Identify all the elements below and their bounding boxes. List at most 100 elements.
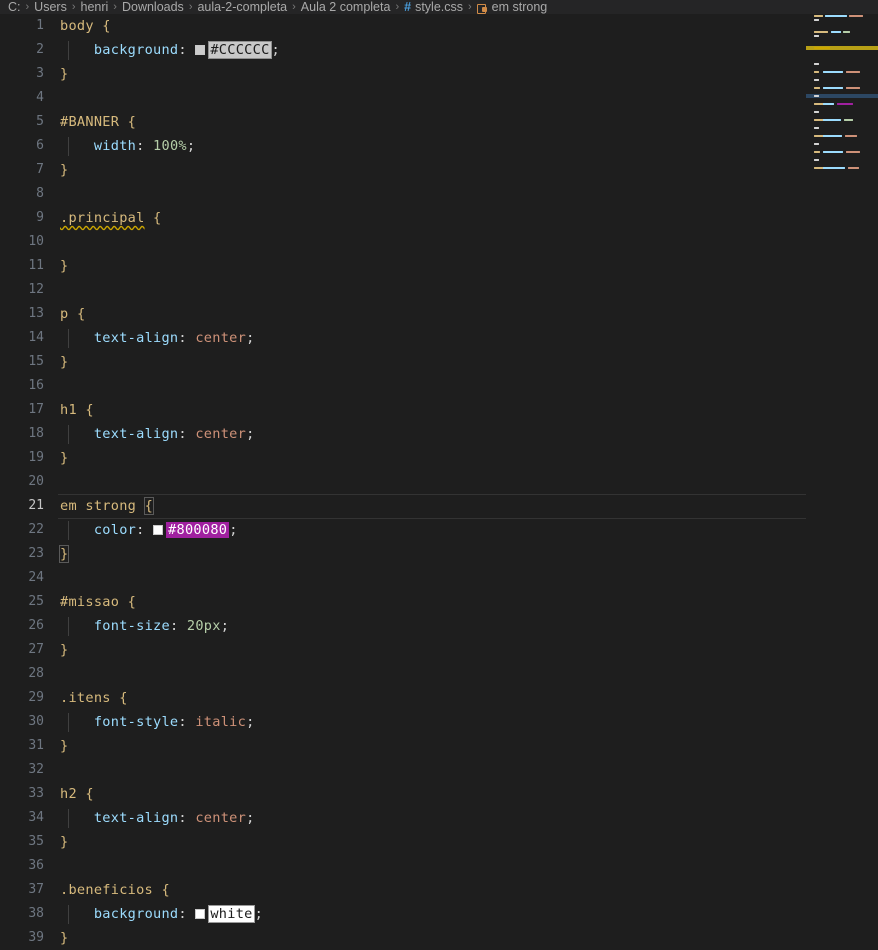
editor-line[interactable]: 38 background: white;: [0, 902, 878, 926]
breadcrumb-file[interactable]: style.css: [415, 1, 463, 14]
editor-line[interactable]: 15}: [0, 350, 878, 374]
editor-line[interactable]: 39}: [0, 926, 878, 950]
editor-line[interactable]: 1 body {: [0, 14, 878, 38]
editor-line[interactable]: 19}: [0, 446, 878, 470]
line-content: }: [60, 254, 68, 278]
line-content: h2 {: [60, 782, 94, 806]
editor-line[interactable]: 22 color: #800080;: [0, 518, 878, 542]
editor-line[interactable]: 35}: [0, 830, 878, 854]
line-content: text-align: center;: [60, 422, 255, 446]
line-content: .beneficios {: [60, 878, 170, 902]
editor-line[interactable]: 30 font-style: italic;: [0, 710, 878, 734]
editor-line[interactable]: 32: [0, 758, 878, 782]
editor-line[interactable]: 18 text-align: center;: [0, 422, 878, 446]
line-number: 33: [28, 786, 44, 801]
breadcrumb-segment[interactable]: aula-2-completa: [197, 1, 287, 14]
editor-line[interactable]: 2 background: #CCCCCC;: [0, 38, 878, 62]
editor-line[interactable]: 16: [0, 374, 878, 398]
line-number: 2: [36, 42, 44, 57]
code-token: italic: [195, 714, 247, 730]
line-number: 35: [28, 834, 44, 849]
editor-line[interactable]: 33 h2 {: [0, 782, 878, 806]
editor-line[interactable]: 37 .beneficios {: [0, 878, 878, 902]
editor-line[interactable]: 24: [0, 566, 878, 590]
minimap-token: [848, 166, 859, 170]
line-content: text-align: center;: [60, 806, 255, 830]
line-number: 10: [28, 234, 44, 249]
line-content: width: 100%;: [60, 134, 195, 158]
line-number: 3: [36, 66, 44, 81]
code-token: {: [127, 594, 137, 610]
breadcrumb-segment[interactable]: Aula 2 completa: [301, 1, 391, 14]
editor-line[interactable]: 17 h1 {: [0, 398, 878, 422]
line-content: }: [60, 158, 68, 182]
minimap-token: [823, 166, 845, 170]
editor-line[interactable]: 31}: [0, 734, 878, 758]
code-token: ;: [246, 714, 255, 730]
breadcrumb-separator-icon: ›: [292, 1, 296, 13]
line-number: 18: [28, 426, 44, 441]
editor-line[interactable]: 7}: [0, 158, 878, 182]
editor-line[interactable]: 27}: [0, 638, 878, 662]
line-content: }: [58, 542, 70, 566]
breadcrumb-symbol[interactable]: em strong: [492, 1, 548, 14]
editor-line[interactable]: 6 width: 100%;: [0, 134, 878, 158]
color-swatch-icon[interactable]: [153, 525, 164, 535]
code-token: ;: [246, 426, 255, 442]
editor-line[interactable]: 10: [0, 230, 878, 254]
editor-line[interactable]: 14 text-align: center;: [0, 326, 878, 350]
editor-line[interactable]: 12: [0, 278, 878, 302]
editor-line[interactable]: 13 p {: [0, 302, 878, 326]
editor-line[interactable]: 36: [0, 854, 878, 878]
breadcrumb-segment[interactable]: Users: [34, 1, 67, 14]
editor-line[interactable]: 29 .itens {: [0, 686, 878, 710]
line-content: .principal {: [60, 206, 162, 230]
code-token: :: [178, 426, 187, 442]
code-token: font-size: [93, 618, 170, 634]
code-token: }: [60, 834, 69, 850]
line-content: background: #CCCCCC;: [60, 38, 280, 62]
line-content: color: #800080;: [60, 518, 238, 542]
editor-line[interactable]: 11}: [0, 254, 878, 278]
code-token: }: [60, 450, 69, 466]
breadcrumb[interactable]: C: › Users › henri › Downloads › aula-2-completa…: [0, 0, 878, 14]
minimap-token: [823, 102, 834, 106]
editor-line[interactable]: 28: [0, 662, 878, 686]
code-token: {: [76, 306, 86, 322]
editor-line[interactable]: 3}: [0, 62, 878, 86]
editor-line[interactable]: 25 #missao {: [0, 590, 878, 614]
code-token: #CCCCCC: [208, 41, 272, 59]
breadcrumb-segment[interactable]: Downloads: [122, 1, 184, 14]
minimap-token: [849, 14, 863, 18]
breadcrumb-segment[interactable]: C:: [8, 1, 21, 14]
editor-line[interactable]: 21 em strong {: [0, 494, 878, 519]
editor-line[interactable]: 26 font-size: 20px;: [0, 614, 878, 638]
code-token: background: [93, 906, 179, 922]
code-token: :: [178, 714, 187, 730]
breadcrumb-separator-icon: ›: [71, 1, 76, 13]
breadcrumb-segment[interactable]: henri: [81, 1, 109, 14]
code-token: #missao: [60, 594, 120, 610]
editor-line[interactable]: 4: [0, 86, 878, 110]
editor-line[interactable]: 34 text-align: center;: [0, 806, 878, 830]
editor-line[interactable]: 20: [0, 470, 878, 494]
line-content: #missao {: [60, 590, 136, 614]
editor-line[interactable]: 5 #BANNER {: [0, 110, 878, 134]
color-swatch-icon[interactable]: [195, 45, 206, 55]
editor-line[interactable]: 8: [0, 182, 878, 206]
line-number: 6: [36, 138, 44, 153]
editor-line[interactable]: 9 .principal {: [0, 206, 878, 230]
editor-minimap[interactable]: [806, 14, 878, 771]
editor-line[interactable]: 23}: [0, 542, 878, 566]
minimap-token: [814, 34, 819, 38]
code-token: {: [143, 497, 155, 515]
code-editor[interactable]: 1 body {2 background: #CCCCCC; 3} 4 5 #BANNER…: [0, 14, 878, 946]
color-swatch-icon[interactable]: [195, 909, 206, 919]
